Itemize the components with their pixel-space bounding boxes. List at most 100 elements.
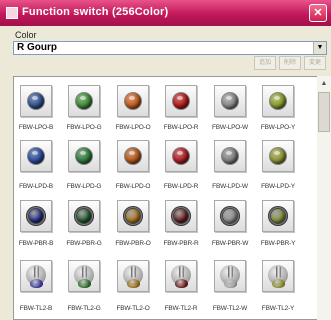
part-tile-fbw-pbr-y[interactable] <box>262 200 294 232</box>
part-label: FBW-LPO-G <box>66 124 102 131</box>
scroll-thumb[interactable] <box>318 92 330 132</box>
pilot-lamp-icon <box>173 93 189 109</box>
pilot-lamp-icon <box>28 148 44 164</box>
pilot-lamp-icon <box>222 148 238 164</box>
lamp-highlight <box>177 96 183 100</box>
part-label: FBW-TL2-R <box>164 305 198 312</box>
part-tile-fbw-lpd-r[interactable] <box>165 140 197 172</box>
part-tile-fbw-lpo-b[interactable] <box>20 85 52 117</box>
part-label: FBW-LPO-B <box>18 124 54 131</box>
delete-button[interactable]: 削除 <box>279 56 301 70</box>
part-tile-fbw-lpo-g[interactable] <box>68 85 100 117</box>
lamp-highlight <box>226 96 232 100</box>
lamp-highlight <box>80 96 86 100</box>
part-label: FBW-LPD-Y <box>261 183 295 190</box>
toggle-lever <box>228 266 233 278</box>
push-button-ring-icon <box>171 206 191 226</box>
part-tile-fbw-lpd-b[interactable] <box>20 140 52 172</box>
scroll-up-arrow-icon[interactable]: ▲ <box>318 78 330 90</box>
part-tile-fbw-tl2-b[interactable] <box>20 260 52 292</box>
part-tile-fbw-tl2-r[interactable] <box>165 260 197 292</box>
toggle-cap <box>224 279 237 288</box>
part-tile-fbw-lpd-g[interactable] <box>68 140 100 172</box>
toggle-lever <box>34 266 39 278</box>
close-button[interactable]: ✕ <box>309 4 327 22</box>
title-bar[interactable]: Function switch (256Color) ✕ <box>0 0 331 26</box>
part-label: FBW-LPD-W <box>212 183 248 190</box>
toggle-lever <box>82 266 87 278</box>
toggle-cap <box>272 279 285 288</box>
part-tile-fbw-pbr-o[interactable] <box>117 200 149 232</box>
part-tile-fbw-lpo-y[interactable] <box>262 85 294 117</box>
toggle-cap <box>30 279 43 288</box>
part-tile-fbw-lpo-r[interactable] <box>165 85 197 117</box>
push-button-ring-icon <box>26 206 46 226</box>
pilot-lamp-icon <box>173 148 189 164</box>
toggle-cap <box>175 279 188 288</box>
push-button-lens <box>223 209 237 223</box>
part-tile-fbw-lpo-o[interactable] <box>117 85 149 117</box>
toggle-lever <box>276 266 281 278</box>
part-tile-fbw-lpo-w[interactable] <box>214 85 246 117</box>
change-button[interactable]: 変更 <box>304 56 326 70</box>
lamp-highlight <box>32 96 38 100</box>
part-label: FBW-LPO-W <box>212 124 248 131</box>
push-button-ring-icon <box>220 206 240 226</box>
pilot-lamp-icon <box>125 93 141 109</box>
pilot-lamp-icon <box>76 148 92 164</box>
part-label: FBW-TL2-B <box>19 305 53 312</box>
part-tile-fbw-pbr-r[interactable] <box>165 200 197 232</box>
part-label: FBW-LPD-O <box>115 183 151 190</box>
color-label: Color <box>15 30 37 40</box>
pilot-lamp-icon <box>76 93 92 109</box>
part-tile-fbw-tl2-g[interactable] <box>68 260 100 292</box>
push-button-lens <box>77 209 91 223</box>
lamp-highlight <box>32 151 38 155</box>
pilot-lamp-icon <box>28 93 44 109</box>
push-button-lens <box>29 209 43 223</box>
part-label: FBW-TL2-Y <box>261 305 295 312</box>
add-button[interactable]: 追加 <box>254 56 276 70</box>
push-button-ring-icon <box>268 206 288 226</box>
lamp-highlight <box>177 151 183 155</box>
lamp-highlight <box>129 96 135 100</box>
part-label: FBW-PBR-O <box>115 240 151 247</box>
part-label: FBW-PBR-G <box>66 240 102 247</box>
part-label: FBW-TL2-O <box>116 305 150 312</box>
part-tile-fbw-pbr-g[interactable] <box>68 200 100 232</box>
part-tile-fbw-tl2-w[interactable] <box>214 260 246 292</box>
push-button-lens <box>271 209 285 223</box>
part-label: FBW-LPD-G <box>66 183 102 190</box>
color-group-dropdown[interactable]: R Gourp ▼ <box>13 41 327 55</box>
part-label: FBW-PBR-R <box>163 240 199 247</box>
toggle-lever <box>179 266 184 278</box>
part-label: FBW-LPO-Y <box>260 124 296 131</box>
part-label: FBW-LPO-O <box>115 124 151 131</box>
part-label: FBW-LPO-R <box>163 124 199 131</box>
part-tile-fbw-lpd-o[interactable] <box>117 140 149 172</box>
app-icon <box>6 7 18 19</box>
color-group-value: R Gourp <box>17 42 57 53</box>
part-label: FBW-TL2-G <box>67 305 101 312</box>
part-tile-fbw-pbr-b[interactable] <box>20 200 52 232</box>
part-tile-fbw-lpd-w[interactable] <box>214 140 246 172</box>
pilot-lamp-icon <box>270 93 286 109</box>
lamp-highlight <box>129 151 135 155</box>
close-icon: ✕ <box>313 7 323 19</box>
lamp-highlight <box>274 96 280 100</box>
part-tile-fbw-tl2-o[interactable] <box>117 260 149 292</box>
part-label: FBW-PBR-Y <box>260 240 296 247</box>
part-label: FBW-PBR-B <box>18 240 54 247</box>
part-tile-fbw-pbr-w[interactable] <box>214 200 246 232</box>
part-tile-fbw-tl2-y[interactable] <box>262 260 294 292</box>
part-label: FBW-LPD-R <box>163 183 199 190</box>
part-tile-fbw-lpd-y[interactable] <box>262 140 294 172</box>
toggle-cap <box>127 279 140 288</box>
toggle-lever <box>131 266 136 278</box>
lamp-highlight <box>274 151 280 155</box>
push-button-lens <box>126 209 140 223</box>
dropdown-arrow-icon[interactable]: ▼ <box>313 42 326 54</box>
toggle-cap <box>78 279 91 288</box>
window-title: Function switch (256Color) <box>22 6 169 18</box>
pilot-lamp-icon <box>270 148 286 164</box>
